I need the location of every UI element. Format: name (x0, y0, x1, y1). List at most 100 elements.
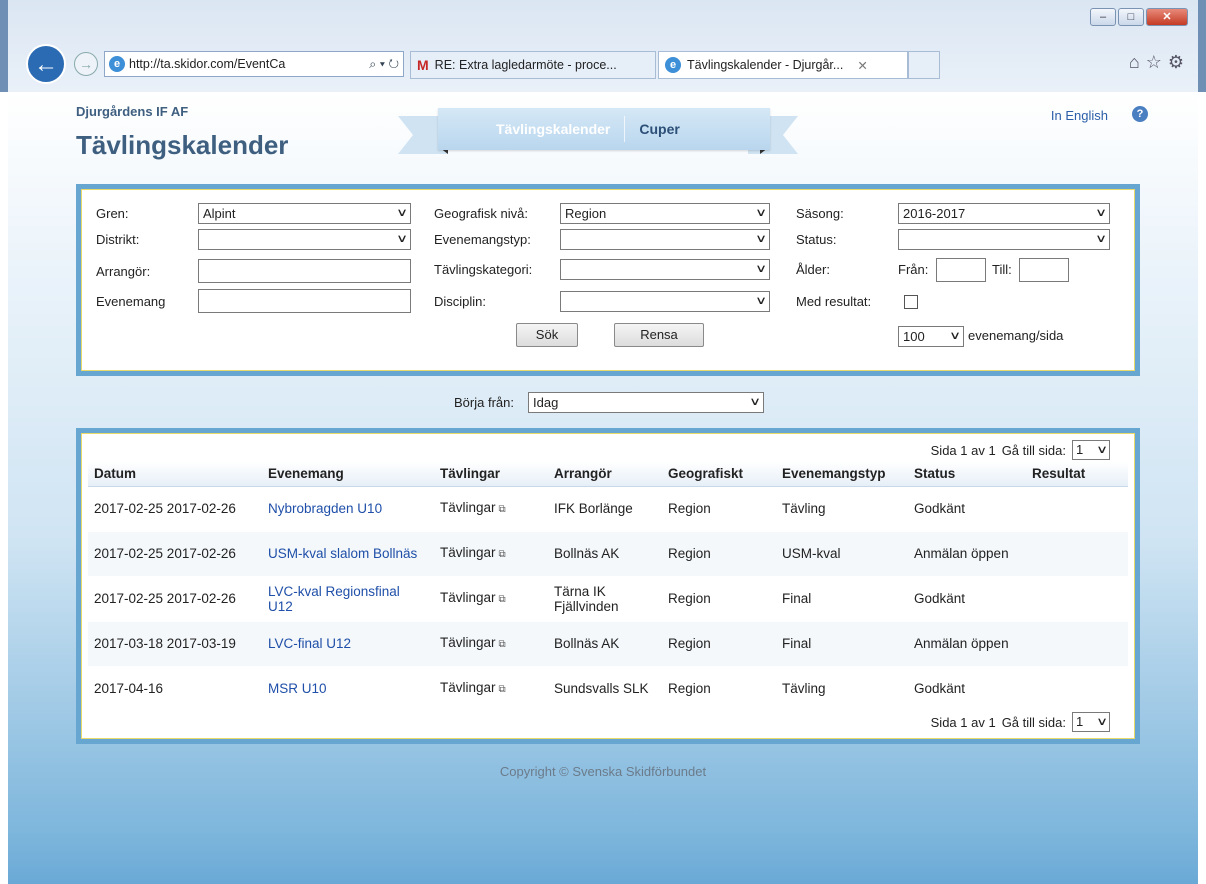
filter-panel-inner: Gren: Alpint ∨ Distrikt: ∨ Arrangör: Even… (81, 189, 1135, 371)
fran-label: Från: (898, 262, 929, 277)
cell-tavlingar[interactable]: Tävlingar ⧉ (434, 576, 548, 622)
arrow-right-icon: → (79, 56, 93, 72)
event-link[interactable]: MSR U10 (268, 681, 327, 696)
per-page-select[interactable]: 100 ∨ (898, 326, 964, 347)
arrangor-input[interactable] (198, 259, 411, 283)
tavlingskategori-select[interactable]: ∨ (560, 259, 770, 280)
borja-fran-select[interactable]: Idag ∨ (528, 392, 764, 413)
filter-panel: Gren: Alpint ∨ Distrikt: ∨ Arrangör: Even… (76, 184, 1140, 376)
nav-cuper[interactable]: Cuper (625, 116, 693, 142)
tavlingar-link[interactable]: Tävlingar (440, 590, 496, 605)
tab-title: Tävlingskalender - Djurgår... (687, 58, 844, 72)
address-bar[interactable]: e http://ta.skidor.com/EventCa ⌕ ▾ ↻ (104, 51, 404, 77)
cell-tavlingar[interactable]: Tävlingar ⧉ (434, 486, 548, 532)
chevron-down-icon: ∨ (754, 263, 768, 275)
evenemangstyp-select[interactable]: ∨ (560, 229, 770, 250)
gren-select[interactable]: Alpint ∨ (198, 203, 411, 224)
chevron-down-icon: ∨ (1094, 233, 1108, 245)
cell-tavlingar[interactable]: Tävlingar ⧉ (434, 666, 548, 712)
cell-status: Anmälan öppen (908, 621, 1018, 667)
close-tab-icon[interactable]: ✕ (857, 58, 867, 73)
in-english-link[interactable]: In English (1051, 108, 1108, 123)
close-window-button[interactable]: ✕ (1146, 8, 1188, 26)
results-panel-inner: Sida 1 av 1 Gå till sida: 1 ∨ Datum Evene… (81, 433, 1135, 739)
new-tab-button[interactable] (908, 51, 940, 79)
gear-icon[interactable]: ⚙ (1168, 52, 1184, 73)
search-button[interactable]: Sök (516, 323, 578, 347)
cell-tavlingar[interactable]: Tävlingar ⧉ (434, 531, 548, 577)
table-header-row: Datum Evenemang Tävlingar Arrangör Geogr… (88, 462, 1128, 487)
pager-text: Sida 1 av 1 (930, 714, 996, 730)
disciplin-label: Disciplin: (434, 294, 487, 309)
pager-text: Sida 1 av 1 (930, 442, 996, 458)
cell-evenemangstyp: Tävling (776, 666, 908, 712)
cell-tavlingar[interactable]: Tävlingar ⧉ (434, 621, 548, 667)
sasong-select[interactable]: 2016-2017 ∨ (898, 203, 1110, 224)
event-link[interactable]: Nybrobragden U10 (268, 501, 382, 516)
tab-tavlingskalender[interactable]: e Tävlingskalender - Djurgår... ✕ (658, 51, 908, 79)
clear-button[interactable]: Rensa (614, 323, 704, 347)
ie-icon: e (665, 57, 681, 73)
goto-page-select[interactable]: 1 ∨ (1072, 712, 1110, 732)
nav-tavlingskalender[interactable]: Tävlingskalender (482, 116, 624, 142)
med-resultat-checkbox[interactable] (904, 295, 918, 309)
star-icon[interactable]: ☆ (1146, 52, 1162, 73)
evenemang-label: Evenemang (96, 294, 166, 309)
goto-page-value: 1 (1076, 442, 1084, 457)
tavlingar-link[interactable]: Tävlingar (440, 500, 496, 515)
search-refresh-icons[interactable]: ⌕ ▾ ↻ (369, 57, 399, 72)
cell-arrangor: Bollnäs AK (548, 531, 662, 577)
tavlingar-link[interactable]: Tävlingar (440, 635, 496, 650)
chevron-down-icon: ∨ (754, 295, 768, 307)
external-link-icon: ⧉ (498, 684, 506, 695)
cell-resultat (1018, 576, 1128, 622)
goto-page-select[interactable]: 1 ∨ (1072, 440, 1110, 460)
chevron-down-icon: ∨ (1095, 444, 1109, 456)
browser-chrome: – □ ✕ ← → e http://ta.skidor.com/EventCa… (0, 0, 1206, 92)
browser-toolbar-icons: ⌂ ☆ ⚙ (1129, 52, 1184, 73)
distrikt-select[interactable]: ∨ (198, 229, 411, 250)
status-select[interactable]: ∨ (898, 229, 1110, 250)
copyright: Copyright © Svenska Skidförbundet (499, 764, 707, 779)
event-link[interactable]: USM-kval slalom Bollnäs (268, 546, 417, 561)
window-controls: – □ ✕ (1090, 8, 1188, 26)
till-label: Till: (992, 262, 1012, 277)
tavlingar-link[interactable]: Tävlingar (440, 545, 496, 560)
cell-datum: 2017-02-25 2017-02-26 (88, 531, 262, 577)
table-row: 2017-04-16 MSR U10 Tävlingar ⧉ Sundsvalls… (88, 666, 1128, 712)
arrangor-label: Arrangör: (96, 264, 151, 279)
tab-title: RE: Extra lagledarmöte - proce... (434, 58, 617, 72)
external-link-icon: ⧉ (498, 549, 506, 560)
evenemang-input[interactable] (198, 289, 411, 313)
main-nav: Tävlingskalender Cuper (438, 108, 770, 150)
address-url[interactable]: http://ta.skidor.com/EventCa (129, 57, 365, 71)
alder-till-input[interactable] (1019, 258, 1069, 282)
disciplin-select[interactable]: ∨ (560, 291, 770, 312)
gmail-icon: M (417, 57, 429, 73)
alder-fran-input[interactable] (936, 258, 986, 282)
cell-status: Godkänt (908, 576, 1018, 622)
home-icon[interactable]: ⌂ (1129, 52, 1140, 73)
external-link-icon: ⧉ (498, 504, 506, 515)
col-status: Status (908, 462, 1018, 487)
cell-evenemangstyp: Tävling (776, 486, 908, 532)
club-name: Djurgårdens IF AF (76, 104, 189, 119)
geografisk-niva-select[interactable]: Region ∨ (560, 203, 770, 224)
maximize-button[interactable]: □ (1118, 8, 1144, 26)
cell-status: Anmälan öppen (908, 531, 1018, 577)
back-button[interactable]: ← (26, 44, 66, 84)
results-table: Datum Evenemang Tävlingar Arrangör Geogr… (88, 462, 1128, 712)
forward-button[interactable]: → (74, 52, 98, 76)
col-tavlingar: Tävlingar (434, 462, 548, 487)
minimize-button[interactable]: – (1090, 8, 1116, 26)
col-resultat: Resultat (1018, 462, 1128, 487)
event-link[interactable]: LVC-kval Regionsfinal U12 (268, 584, 400, 614)
tavlingar-link[interactable]: Tävlingar (440, 680, 496, 695)
help-icon[interactable]: ? (1132, 106, 1148, 122)
chevron-down-icon: ∨ (1094, 207, 1108, 219)
col-geografiskt: Geografiskt (662, 462, 776, 487)
event-link[interactable]: LVC-final U12 (268, 636, 351, 651)
evenemangstyp-label: Evenemangstyp: (434, 232, 531, 247)
tab-gmail[interactable]: M RE: Extra lagledarmöte - proce... (410, 51, 656, 79)
chevron-down-icon: ∨ (748, 396, 762, 408)
